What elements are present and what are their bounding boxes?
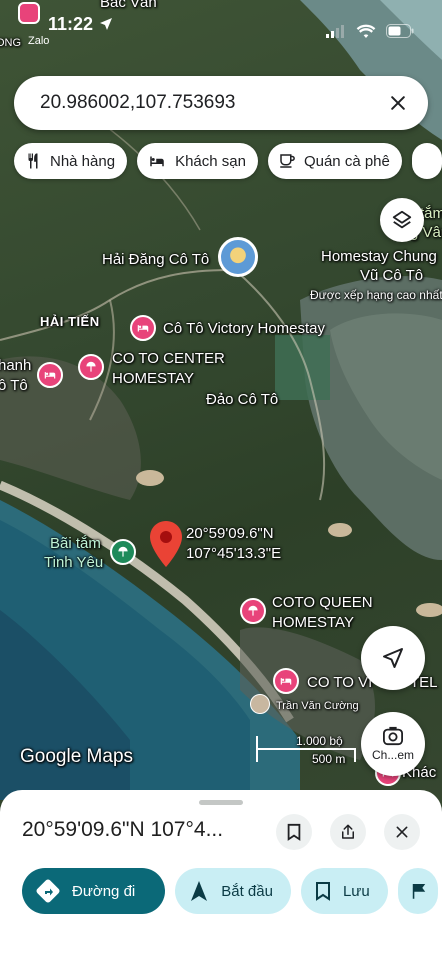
- dropped-pin-icon[interactable]: [150, 521, 182, 567]
- map-label-top-rated: Được xếp hạng cao nhất: [310, 288, 442, 302]
- start-label: Bắt đầu: [221, 882, 273, 900]
- location-arrow-icon: [100, 18, 112, 30]
- notification-label: ONG: [0, 37, 22, 49]
- flag-icon: [412, 884, 425, 899]
- map-label-beach-1[interactable]: Bãi tắm: [50, 535, 101, 553]
- map-label-beach-2[interactable]: Tinh Yêu: [44, 554, 103, 572]
- map-label-hai-tien: HẢI TIẾN: [40, 314, 100, 329]
- beach-umbrella-icon: [118, 546, 128, 557]
- lens-button[interactable]: Ch...em: [361, 712, 425, 776]
- map-label-left-2[interactable]: ô Tô: [0, 377, 28, 395]
- close-sheet-button[interactable]: [384, 814, 420, 850]
- beach-umbrella-icon: [86, 361, 96, 372]
- scale-imperial: 1.000 bộ: [296, 734, 343, 748]
- photographer-avatar[interactable]: [250, 694, 270, 714]
- bookmark-icon: [287, 823, 301, 841]
- clear-search-button[interactable]: [376, 81, 420, 125]
- map-label-lighthouse[interactable]: Hải Đăng Cô Tô: [102, 251, 209, 269]
- map-label-photographer[interactable]: Trần Văn Cường: [276, 697, 359, 715]
- chip-cafes-label: Quán cà phê: [303, 152, 390, 170]
- search-bar[interactable]: 20.986002,107.753693: [14, 76, 428, 130]
- bed-icon: [137, 325, 149, 332]
- save-label: Lưu: [342, 882, 370, 900]
- poi-marker-coto-queen[interactable]: [240, 598, 266, 624]
- share-button[interactable]: [330, 814, 366, 850]
- status-app-label: Zalo: [28, 35, 50, 47]
- battery-icon: [386, 24, 414, 38]
- directions-button[interactable]: Đường đi: [22, 868, 166, 914]
- navigation-icon: [191, 881, 208, 901]
- status-time: 11:22: [48, 14, 94, 34]
- map-label-co-to-center-2[interactable]: HOMESTAY: [112, 370, 194, 388]
- map-label-island: Đảo Cô Tô: [206, 391, 279, 408]
- close-icon: [396, 826, 408, 838]
- start-button[interactable]: Bắt đầu: [175, 868, 291, 914]
- bookmark-icon: [315, 882, 330, 901]
- map-label-queen-2[interactable]: HOMESTAY: [272, 614, 354, 632]
- directions-icon: [36, 879, 60, 903]
- layers-button[interactable]: [380, 198, 424, 242]
- map-label-coord-lng: 107°45'13.3"E: [186, 545, 282, 562]
- save-place-button[interactable]: [276, 814, 312, 850]
- chip-hotels-label: Khách sạn: [175, 152, 246, 170]
- map-label-victory[interactable]: Cô Tô Victory Homestay: [163, 320, 325, 338]
- chip-cafes[interactable]: Quán cà phê: [267, 143, 402, 179]
- chip-restaurants-label: Nhà hàng: [50, 152, 116, 170]
- save-button[interactable]: Lưu: [300, 868, 388, 914]
- sheet-drag-handle[interactable]: [199, 800, 243, 805]
- status-bar: ONG 11:22 Zalo: [0, 0, 442, 49]
- bed-icon: [280, 678, 292, 685]
- chip-hotels[interactable]: Khách sạn: [137, 143, 258, 179]
- scale-metric: 500 m: [312, 752, 346, 766]
- action-buttons: Đường đi Bắt đầu Lưu: [22, 868, 438, 914]
- hotel-marker-victory[interactable]: [130, 315, 156, 341]
- google-maps-logo: Google Maps: [20, 746, 134, 767]
- notification-app-icon: [18, 2, 40, 24]
- beach-umbrella-icon: [248, 605, 258, 616]
- navigation-arrow-icon: [383, 648, 403, 668]
- map-label-queen-1[interactable]: COTO QUEEN: [272, 594, 373, 612]
- close-icon: [391, 96, 405, 110]
- signal-icon: [326, 25, 344, 38]
- bed-icon: [150, 156, 164, 167]
- map-label-vip[interactable]: CO TO VI: [307, 674, 372, 692]
- hotel-marker-vip[interactable]: [273, 668, 299, 694]
- search-query[interactable]: 20.986002,107.753693: [40, 92, 376, 114]
- map-label-homestay-chung[interactable]: Homestay Chung: [321, 248, 437, 266]
- map-label-coord-lat: 20°59'09.6"N: [186, 525, 274, 542]
- place-title: 20°59'09.6"N 107°4...: [22, 818, 224, 841]
- restaurant-icon: [28, 153, 38, 169]
- bed-icon: [44, 372, 56, 379]
- map-label-co-to-center-1[interactable]: CO TO CENTER: [112, 350, 225, 368]
- category-chips: Nhà hàng Khách sạn Quán cà phê: [14, 143, 442, 179]
- map-label-left-1[interactable]: hanh: [0, 357, 31, 375]
- coffee-icon: [280, 154, 295, 168]
- lighthouse-photo-marker[interactable]: [218, 237, 258, 277]
- beach-marker[interactable]: [110, 539, 136, 565]
- flag-button[interactable]: [397, 868, 438, 914]
- chip-restaurants[interactable]: Nhà hàng: [14, 143, 128, 179]
- share-icon: [342, 824, 354, 839]
- camera-lens-icon: [383, 726, 403, 746]
- hotel-marker-left[interactable]: [37, 362, 63, 388]
- layers-icon: [392, 210, 412, 229]
- wifi-icon: [356, 24, 376, 38]
- my-location-button[interactable]: [361, 626, 425, 690]
- scale-bar: 1.000 bộ 500 m: [256, 734, 356, 766]
- chip-more[interactable]: [411, 143, 442, 179]
- map-label-vu-co-to[interactable]: Vũ Cô Tô: [360, 267, 423, 285]
- lens-label: Ch...em: [371, 748, 414, 762]
- directions-label: Đường đi: [72, 882, 136, 900]
- poi-marker-co-to-center[interactable]: [78, 354, 104, 380]
